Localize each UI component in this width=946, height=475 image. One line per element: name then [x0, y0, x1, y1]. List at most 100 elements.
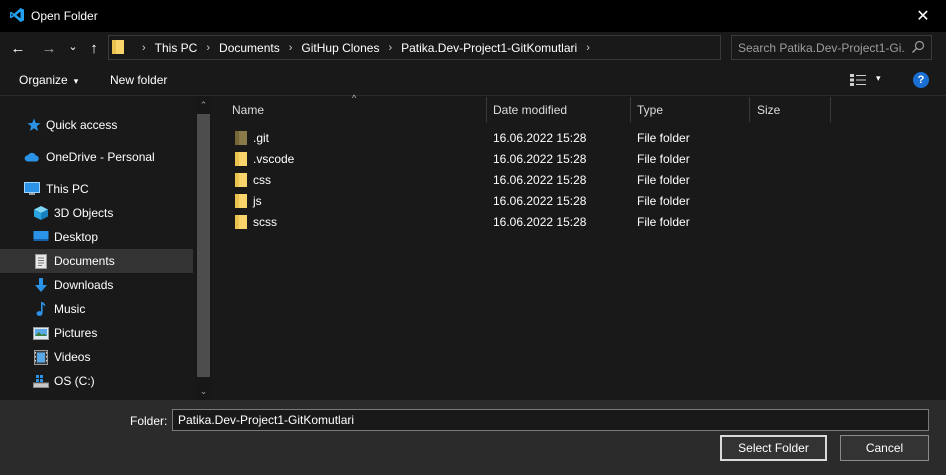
folder-icon [235, 173, 247, 187]
forward-button[interactable]: → [40, 38, 58, 58]
folder-icon [235, 131, 247, 145]
file-type: File folder [637, 173, 690, 187]
sidebar-item-documents[interactable]: Documents [0, 249, 193, 273]
up-arrow-icon: ↑ [90, 39, 98, 57]
column-header-type[interactable]: Type [637, 97, 663, 122]
sidebar-item-label: This PC [46, 182, 89, 196]
cancel-button[interactable]: Cancel [840, 435, 929, 461]
table-row[interactable]: js 16.06.2022 15:28 File folder [214, 191, 946, 212]
sidebar-item-onedrive[interactable]: OneDrive - Personal [0, 145, 193, 169]
sidebar-item-desktop[interactable]: Desktop [0, 225, 193, 249]
breadcrumb-documents[interactable]: Documents [219, 41, 280, 55]
search-input[interactable] [738, 36, 906, 59]
caret-down-icon: ▾ [73, 76, 79, 86]
breadcrumb-this-pc[interactable]: This PC [155, 41, 198, 55]
window-title: Open Folder [31, 9, 98, 23]
folder-icon [235, 152, 247, 166]
file-name: scss [253, 215, 277, 229]
sidebar-item-label: 3D Objects [54, 206, 114, 220]
scroll-up-button[interactable]: ⌃ [195, 97, 212, 114]
download-icon [33, 277, 49, 293]
breadcrumb-current-folder[interactable]: Patika.Dev-Project1-GitKomutlari [401, 41, 577, 55]
file-type: File folder [637, 152, 690, 166]
sidebar-item-pictures[interactable]: Pictures [0, 321, 193, 345]
sidebar-item-quick-access[interactable]: Quick access [0, 113, 193, 137]
column-header-name[interactable]: Name [232, 97, 264, 122]
file-name: .git [253, 131, 270, 145]
file-name: js [253, 194, 262, 208]
folder-icon [235, 215, 247, 229]
chevron-down-icon: ⌄ [199, 386, 208, 396]
breadcrumb-githup-clones[interactable]: GitHup Clones [301, 41, 379, 55]
sidebar-scrollbar[interactable]: ⌃ ⌄ [195, 97, 212, 400]
navigation-pane: Quick access OneDrive - Personal This PC… [0, 97, 212, 400]
organize-button[interactable]: Organize ▾ [19, 73, 78, 87]
column-header-date-modified[interactable]: Date modified [493, 97, 567, 122]
command-bar: Organize ▾ New folder ▾ ? [0, 64, 946, 96]
music-icon [33, 301, 49, 317]
close-icon: ✕ [916, 8, 930, 25]
breadcrumb: › This PC › Documents › GitHup Clones › … [133, 36, 599, 59]
back-button[interactable]: ← [9, 38, 27, 58]
sidebar-item-videos[interactable]: Videos [0, 345, 193, 369]
sidebar-item-label: Videos [54, 350, 91, 364]
chevron-up-icon: ⌃ [199, 100, 208, 110]
select-folder-button[interactable]: Select Folder [720, 435, 827, 461]
video-icon [33, 349, 49, 365]
scrollbar-thumb[interactable] [197, 114, 210, 377]
sidebar-item-label: OneDrive - Personal [46, 150, 155, 164]
file-date: 16.06.2022 15:28 [493, 215, 587, 229]
sidebar-item-music[interactable]: Music [0, 297, 193, 321]
file-name: css [253, 173, 271, 187]
file-name: .vscode [253, 152, 295, 166]
sidebar-item-label: Documents [54, 254, 115, 268]
cube-icon [33, 205, 49, 221]
star-icon [26, 117, 42, 133]
sidebar-item-3d-objects[interactable]: 3D Objects [0, 201, 193, 225]
column-divider[interactable] [830, 97, 831, 122]
organize-label: Organize [19, 73, 68, 87]
help-icon[interactable]: ? [913, 72, 929, 88]
cloud-icon [24, 149, 40, 165]
scroll-down-button[interactable]: ⌄ [195, 383, 212, 400]
desktop-icon [33, 229, 49, 245]
new-folder-button[interactable]: New folder [110, 73, 167, 87]
file-date: 16.06.2022 15:28 [493, 152, 587, 166]
close-button[interactable]: ✕ [900, 0, 946, 32]
sidebar-item-label: OS (C:) [54, 374, 95, 388]
column-header-size[interactable]: Size [757, 97, 780, 122]
breadcrumb-separator[interactable]: › [388, 42, 392, 54]
table-row[interactable]: .vscode 16.06.2022 15:28 File folder [214, 149, 946, 170]
column-header-label: Size [757, 102, 781, 117]
column-divider[interactable] [749, 97, 750, 122]
table-row[interactable]: .git 16.06.2022 15:28 File folder [214, 128, 946, 149]
computer-icon [24, 181, 40, 197]
up-button[interactable]: ↑ [85, 38, 103, 58]
sidebar-item-downloads[interactable]: Downloads [0, 273, 193, 297]
file-type: File folder [637, 131, 690, 145]
sidebar-item-os-c[interactable]: OS (C:) [0, 369, 193, 393]
breadcrumb-separator[interactable]: › [206, 42, 210, 54]
column-header-label: Name [232, 102, 265, 117]
view-options-caret-icon[interactable]: ▾ [876, 73, 881, 84]
sidebar-item-this-pc[interactable]: This PC [0, 177, 193, 201]
folder-icon [235, 194, 247, 208]
drive-icon [33, 373, 49, 389]
column-divider[interactable] [630, 97, 631, 122]
column-divider[interactable] [486, 97, 487, 122]
picture-icon [33, 325, 49, 341]
breadcrumb-separator[interactable]: › [586, 42, 590, 54]
table-row[interactable]: css 16.06.2022 15:28 File folder [214, 170, 946, 191]
file-type: File folder [637, 215, 690, 229]
table-row[interactable]: scss 16.06.2022 15:28 File folder [214, 212, 946, 233]
address-bar[interactable]: › This PC › Documents › GitHup Clones › … [108, 35, 821, 60]
view-options-icon[interactable] [850, 74, 866, 86]
breadcrumb-separator[interactable]: › [289, 42, 293, 54]
title-bar: Open Folder ✕ [0, 0, 946, 32]
folder-label: Folder: [130, 414, 168, 428]
folder-name-field[interactable] [172, 409, 929, 431]
sidebar-item-label: Downloads [54, 278, 114, 292]
file-list: ^ Name Date modified Type Size .git 16.0… [214, 93, 946, 400]
sidebar-item-label: Music [54, 302, 86, 316]
recent-locations-button[interactable]: ⌄ [66, 36, 80, 56]
